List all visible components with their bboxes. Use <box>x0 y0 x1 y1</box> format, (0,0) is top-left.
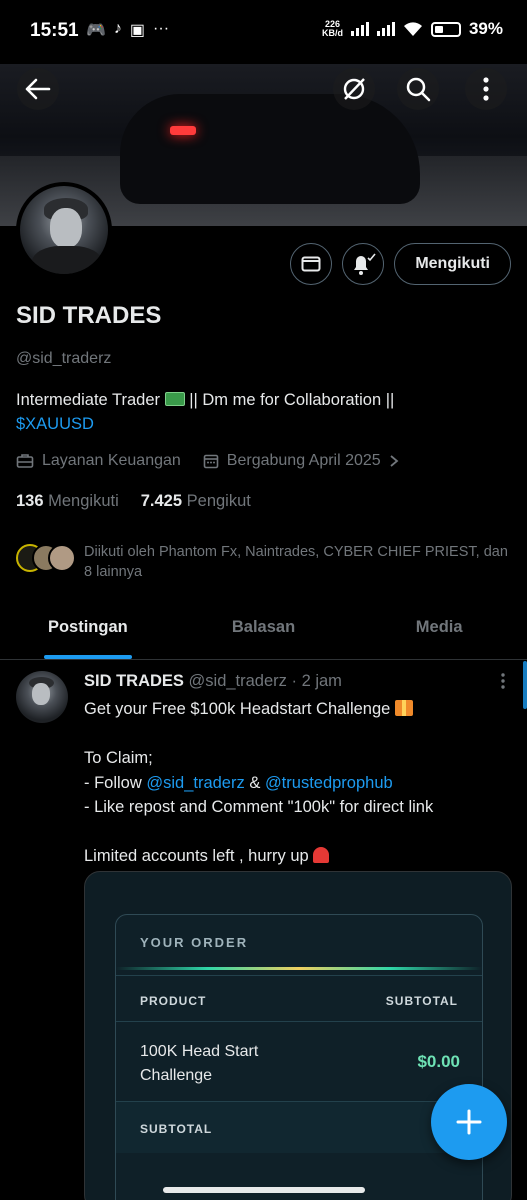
search-button[interactable] <box>397 68 439 110</box>
chevron-right-icon[interactable] <box>389 454 399 468</box>
followers-count: 7.425 <box>140 492 183 510</box>
order-divider <box>116 967 482 970</box>
post-line-3: - Follow <box>84 773 142 792</box>
more-notifications-icon: ··· <box>153 20 170 37</box>
profile-tabs: Postingan Balasan Media <box>0 604 527 660</box>
subtotal-label: SUBTOTAL <box>140 1122 213 1136</box>
order-title: YOUR ORDER <box>140 935 249 950</box>
signal-icon-2 <box>376 22 395 36</box>
post-header: SID TRADES @sid_traderz · 2 jam <box>84 672 342 691</box>
tab-media[interactable]: Media <box>351 604 527 659</box>
tab-replies[interactable]: Balasan <box>176 604 352 659</box>
profile-meta: Layanan Keuangan Bergabung April 2025 <box>16 452 399 470</box>
home-indicator[interactable] <box>163 1187 365 1193</box>
avatar-face <box>50 208 82 248</box>
tiktok-icon: ♪ <box>113 20 122 37</box>
signal-icon <box>350 22 369 36</box>
calendar-icon <box>203 454 219 469</box>
more-vertical-icon <box>501 673 505 689</box>
post-text: Get your Free $100k Headstart Challenge … <box>84 697 514 869</box>
money-icon <box>164 392 185 406</box>
profile-handle: @sid_traderz <box>16 350 112 367</box>
game-controller-icon: 🎮 <box>86 22 106 39</box>
following-stat[interactable]: 136 Mengikuti <box>16 492 119 511</box>
notification-icons: 🎮 ♪ ▣ ··· <box>86 20 169 40</box>
post-line-2: To Claim; <box>84 749 153 767</box>
col-product: PRODUCT <box>140 994 207 1008</box>
post-line-5: Limited accounts left , hurry up <box>84 847 309 865</box>
profile-bio: Intermediate Trader || Dm me for Collabo… <box>16 388 511 436</box>
wifi-icon <box>403 22 422 36</box>
banner-taillight <box>170 126 196 135</box>
order-subtotal-row: SUBTOTAL $0 <box>116 1101 482 1153</box>
profile-actions: Mengikuti <box>290 243 511 285</box>
mention-link[interactable]: @sid_traderz <box>146 774 244 792</box>
post-time: · 2 jam <box>291 672 342 690</box>
back-arrow-icon <box>25 78 51 100</box>
followers-label: Pengikut <box>186 492 251 510</box>
bell-check-icon <box>354 253 376 275</box>
siren-icon <box>313 847 330 863</box>
compose-button[interactable] <box>431 1084 507 1160</box>
post-avatar[interactable] <box>16 671 68 723</box>
profile-joined: Bergabung April 2025 <box>226 452 381 469</box>
bio-cashtag-link[interactable]: $XAUUSD <box>16 415 94 433</box>
battery-icon <box>430 21 461 37</box>
status-bar: 15:51 🎮 ♪ ▣ ··· 226 KB/d 39% <box>0 0 527 64</box>
message-button[interactable] <box>290 243 333 285</box>
post-author[interactable]: SID TRADES <box>84 672 184 690</box>
following-count: 136 <box>16 492 44 510</box>
profile-name: SID TRADES <box>16 302 162 329</box>
followed-by[interactable]: Diikuti oleh Phantom Fx, Naintrades, CYB… <box>16 542 516 582</box>
search-icon <box>406 77 431 102</box>
status-time: 15:51 <box>30 20 79 41</box>
following-label: Mengikuti <box>48 492 119 510</box>
avatar-body <box>32 246 102 274</box>
notifications-button[interactable] <box>342 243 385 285</box>
col-subtotal: SUBTOTAL <box>385 994 458 1008</box>
network-speed: 226 KB/d <box>322 20 343 38</box>
post-handle[interactable]: @sid_traderz <box>189 672 287 690</box>
order-panel: YOUR ORDER PRODUCT SUBTOTAL 100K Head St… <box>115 914 483 1200</box>
order-product-row: 100K Head Start Challenge $0.00 <box>116 1021 482 1101</box>
profile-category[interactable]: Layanan Keuangan <box>42 452 181 470</box>
plus-icon <box>456 1109 482 1135</box>
status-right: 226 KB/d 39% <box>322 19 503 39</box>
more-vertical-icon <box>483 77 489 101</box>
tab-posts[interactable]: Postingan <box>0 604 176 659</box>
banner-car <box>120 94 420 204</box>
followers-stat[interactable]: 7.425 Pengikut <box>141 492 251 511</box>
following-button[interactable]: Mengikuti <box>394 243 511 285</box>
gift-icon <box>394 700 413 716</box>
mail-icon <box>301 256 321 272</box>
battery-percent: 39% <box>468 19 503 38</box>
product-name: 100K Head Start Challenge <box>140 1043 259 1084</box>
product-price: $0.00 <box>417 1052 460 1071</box>
app-icon: ▣ <box>129 22 146 39</box>
profile-avatar[interactable] <box>16 182 112 278</box>
order-header-row: PRODUCT SUBTOTAL <box>116 975 482 1021</box>
briefcase-icon <box>16 454 34 468</box>
profile-stats: 136 Mengikuti 7.425 Pengikut <box>16 492 251 511</box>
mention-link[interactable]: @trustedprophub <box>265 774 393 792</box>
post-more-button[interactable] <box>501 673 505 689</box>
bio-text: Intermediate Trader <box>16 391 160 409</box>
post-avatar-face <box>32 683 50 705</box>
grok-button[interactable] <box>333 68 375 110</box>
followed-by-avatars <box>16 542 80 576</box>
post-line-1: Get your Free $100k Headstart Challenge <box>84 700 391 718</box>
more-options-button[interactable] <box>465 68 507 110</box>
post-line-4: - Like repost and Comment "100k" for dir… <box>84 798 434 816</box>
network-speed-unit: KB/d <box>321 28 343 38</box>
avatar <box>48 544 76 572</box>
post-amp: & <box>249 773 261 792</box>
back-button[interactable] <box>17 68 59 110</box>
grok-icon <box>343 78 365 100</box>
bio-text-2: || Dm me for Collaboration || <box>189 391 395 409</box>
followed-by-text: Diikuti oleh Phantom Fx, Naintrades, CYB… <box>84 544 508 580</box>
